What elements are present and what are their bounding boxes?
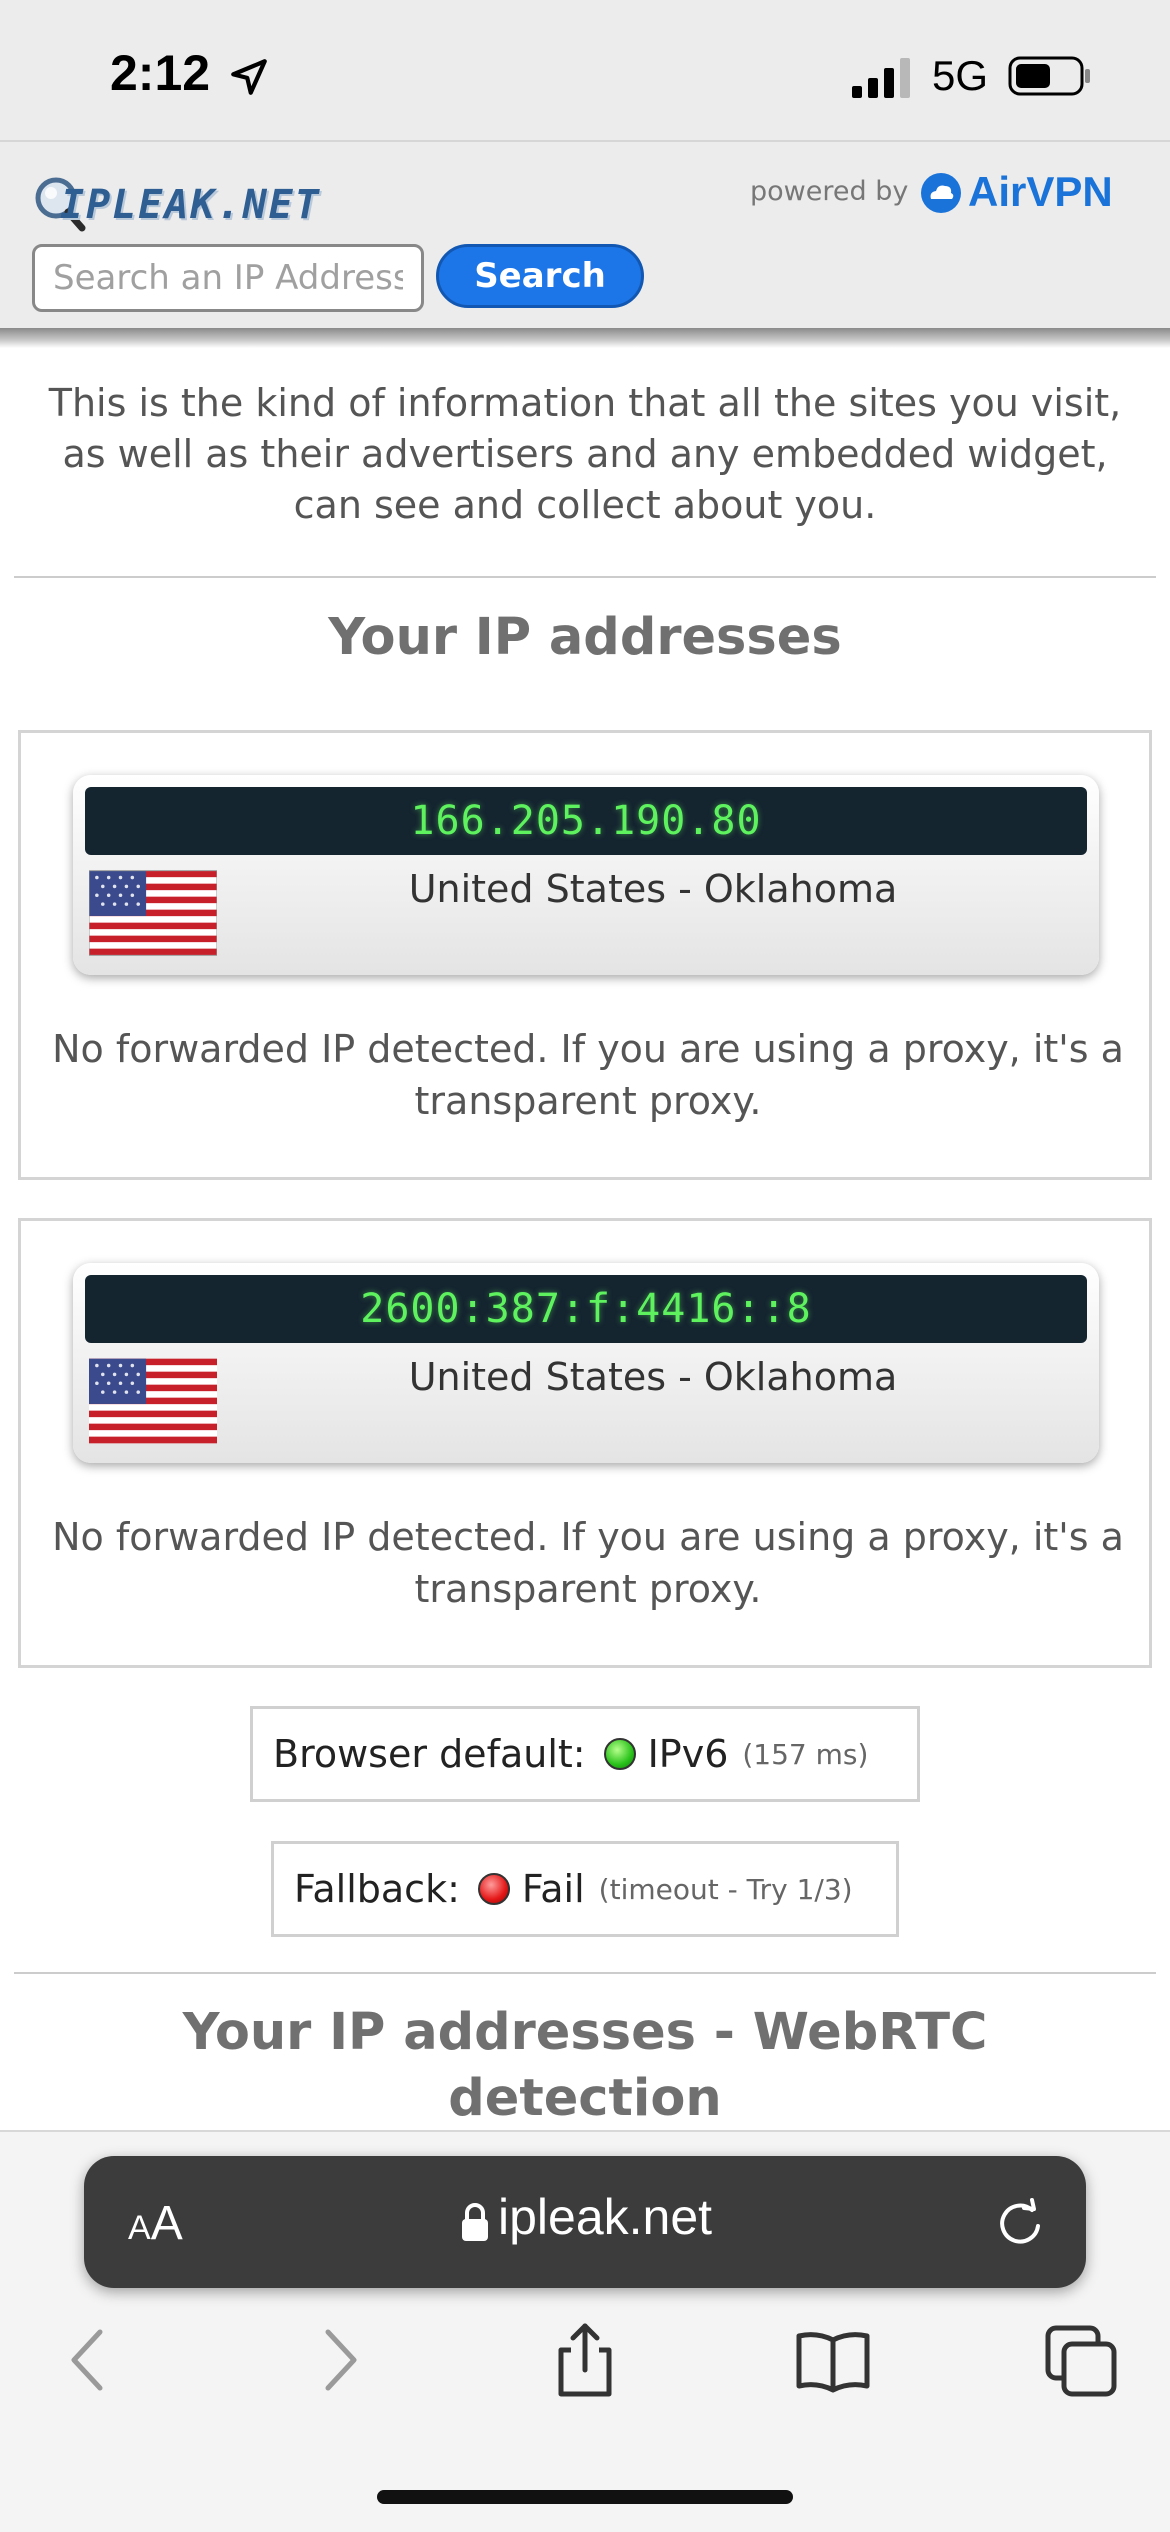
bookmarks-icon[interactable] xyxy=(793,2320,873,2400)
ip-search-input[interactable] xyxy=(32,244,424,312)
intro-text: This is the kind of information that all… xyxy=(48,381,1122,527)
browser-default-detail: (157 ms) xyxy=(742,1737,869,1771)
fallback-detail: (timeout - Try 1/3) xyxy=(598,1872,853,1906)
lock-icon xyxy=(462,2203,488,2241)
reload-icon[interactable] xyxy=(992,2196,1048,2252)
forwarded-ip-note: No forwarded IP detected. If you are usi… xyxy=(52,1515,1124,1611)
ip-entry-box: 166.205.190.80 United States - Oklahoma … xyxy=(18,730,1152,1180)
signal-bars-icon xyxy=(852,58,910,98)
home-indicator xyxy=(377,2490,793,2504)
powered-by-label: powered by xyxy=(750,176,909,207)
address-bar[interactable]: AA ipleak.net xyxy=(84,2156,1086,2288)
airvpn-brand[interactable]: AirVPN xyxy=(968,168,1113,216)
us-flag-icon xyxy=(89,1358,217,1444)
site-header: IPLEAK.NET powered by AirVPN Search xyxy=(0,140,1170,348)
url-text[interactable]: ipleak.net xyxy=(498,2188,712,2246)
ip-location: United States - Oklahoma xyxy=(408,867,898,911)
share-icon[interactable] xyxy=(545,2320,625,2400)
location-arrow-icon xyxy=(231,59,267,95)
forward-icon[interactable] xyxy=(300,2320,380,2400)
header-shadow xyxy=(0,328,1170,348)
us-flag-icon xyxy=(89,870,217,956)
browser-default-label: Browser default: xyxy=(273,1732,586,1776)
battery-icon xyxy=(1008,56,1090,96)
ip-location: United States - Oklahoma xyxy=(408,1355,898,1399)
ip-card: 166.205.190.80 United States - Oklahoma xyxy=(73,775,1099,975)
network-type: 5G xyxy=(932,52,989,99)
status-time: 2:12 xyxy=(110,45,211,101)
ip-address-display: 166.205.190.80 xyxy=(85,787,1087,855)
divider xyxy=(14,1972,1156,1974)
green-status-icon xyxy=(603,1738,636,1770)
fallback-value: Fail xyxy=(521,1867,585,1911)
site-logo-text[interactable]: IPLEAK.NET xyxy=(60,182,321,228)
status-bar: 2:12 5G xyxy=(0,0,1170,140)
tabs-icon[interactable] xyxy=(1042,2320,1122,2400)
divider xyxy=(14,576,1156,578)
ip-card: 2600:387:f:4416::8 United States - Oklah… xyxy=(73,1263,1099,1463)
webrtc-section-title: Your IP addresses - WebRTC detection xyxy=(182,2003,988,2128)
browser-default-status: Browser default: IPv6 (157 ms) xyxy=(250,1706,920,1802)
red-status-icon xyxy=(477,1873,510,1905)
airvpn-cloud-icon[interactable] xyxy=(920,172,962,214)
ip-section-title: Your IP addresses xyxy=(328,608,842,667)
search-button[interactable]: Search xyxy=(436,244,644,308)
forwarded-ip-note: No forwarded IP detected. If you are usi… xyxy=(52,1027,1124,1123)
ip-address-display: 2600:387:f:4416::8 xyxy=(85,1275,1087,1343)
text-size-button[interactable]: AA xyxy=(128,2196,183,2251)
browser-default-value: IPv6 xyxy=(647,1732,729,1776)
back-icon[interactable] xyxy=(48,2320,128,2400)
fallback-label: Fallback: xyxy=(294,1867,460,1911)
fallback-status: Fallback: Fail (timeout - Try 1/3) xyxy=(271,1841,899,1937)
ip-entry-box: 2600:387:f:4416::8 United States - Oklah… xyxy=(18,1218,1152,1668)
